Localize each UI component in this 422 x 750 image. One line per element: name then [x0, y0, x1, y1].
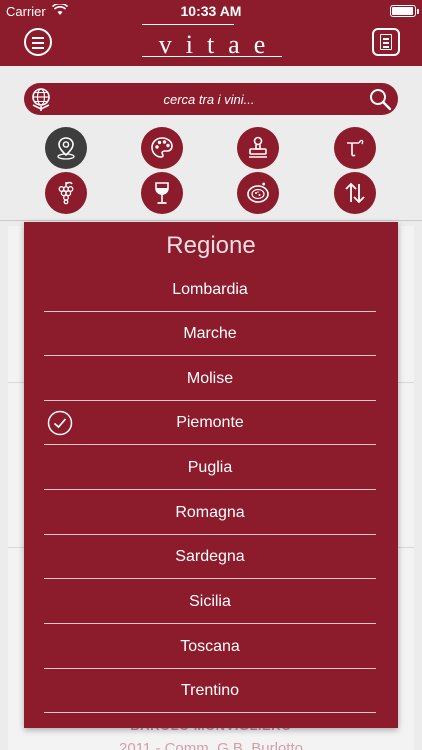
filter-region-button[interactable]	[45, 127, 87, 169]
region-option-romagna[interactable]: Romagna	[44, 491, 376, 535]
region-option-piemonte[interactable]: Piemonte	[44, 401, 376, 445]
region-option-marche[interactable]: Marche	[44, 312, 376, 356]
filter-toolbar	[0, 66, 422, 221]
map-pin-icon	[57, 137, 75, 160]
region-option-puglia[interactable]: Puglia	[44, 446, 376, 490]
search-bar[interactable]	[24, 83, 398, 115]
status-bar: Carrier 10:33 AM	[0, 0, 422, 22]
region-option-sardegna[interactable]: Sardegna	[44, 535, 376, 579]
search-icon[interactable]	[368, 87, 392, 111]
region-option-label: Marche	[183, 325, 237, 342]
region-option-label: Romagna	[175, 504, 245, 521]
region-dropdown: Regione Lombardia Marche Molise Piemonte…	[24, 222, 398, 728]
app-header: Carrier 10:33 AM vitae	[0, 0, 422, 66]
region-option-lombardia[interactable]: Lombardia	[44, 268, 376, 312]
filter-vitae-button[interactable]	[334, 127, 376, 169]
region-option-label: Sardegna	[175, 548, 245, 565]
clock-label: 10:33 AM	[180, 3, 242, 19]
menu-button[interactable]	[24, 28, 52, 56]
battery-icon	[390, 5, 419, 17]
region-option-label: Puglia	[187, 459, 233, 476]
stamp-icon	[249, 136, 267, 158]
region-option-label: Trentino	[180, 682, 240, 699]
receipt-icon	[380, 34, 392, 50]
region-option-label: Toscana	[180, 638, 240, 655]
receipt-button[interactable]	[372, 28, 400, 56]
filter-wine-type-button[interactable]	[141, 172, 183, 214]
region-option-label: Piemonte	[176, 414, 244, 431]
region-option-label: Sicilia	[189, 593, 231, 610]
region-option-molise[interactable]: Molise	[44, 357, 376, 401]
dropdown-title: Regione	[166, 232, 256, 259]
wine-glass-icon	[155, 182, 169, 204]
filter-style-button[interactable]	[141, 127, 183, 169]
vitae-logo-icon	[347, 139, 364, 157]
palette-icon	[151, 137, 173, 158]
hamburger-menu-icon	[32, 37, 44, 39]
filter-producer-button[interactable]	[237, 127, 279, 169]
region-option-label: Molise	[186, 370, 234, 387]
region-option-label: Lombardia	[172, 281, 248, 298]
grapes-icon	[58, 181, 74, 205]
search-input[interactable]	[64, 83, 354, 115]
globe-icon[interactable]	[28, 85, 56, 113]
region-option-sicilia[interactable]: Sicilia	[44, 580, 376, 624]
vitae-logo: vitae	[142, 22, 282, 59]
dish-icon	[247, 182, 269, 203]
battery-level-fill	[392, 7, 413, 15]
filter-grape-button[interactable]	[45, 172, 87, 214]
sort-button[interactable]	[334, 172, 376, 214]
region-option-toscana[interactable]: Toscana	[44, 625, 376, 669]
region-option-trentino[interactable]: Trentino	[44, 669, 376, 713]
filter-food-pairing-button[interactable]	[237, 172, 279, 214]
wine-subtitle: 2011 - Comm. G.B. Burlotto	[119, 740, 303, 750]
sort-arrows-icon	[345, 182, 365, 204]
